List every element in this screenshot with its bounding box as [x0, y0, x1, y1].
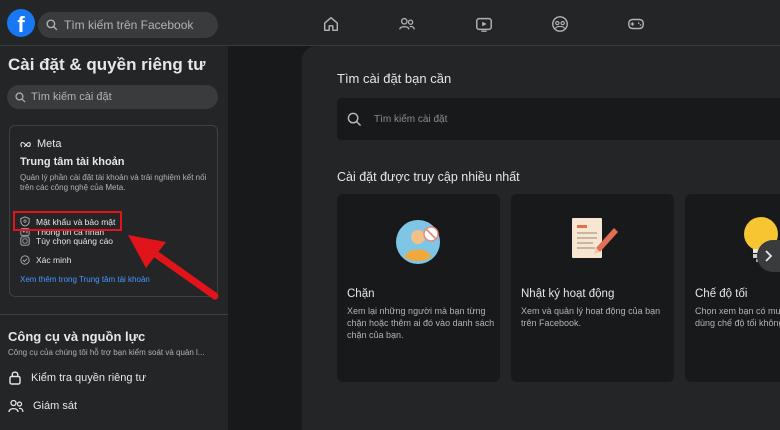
top-navigation-bar: f Tìm kiếm trên Facebook: [0, 0, 780, 46]
sidebar-title: Cài đặt & quyền riêng tư: [8, 55, 206, 74]
friends-icon[interactable]: [398, 15, 416, 33]
main-settings-search-input[interactable]: Tìm kiếm cài đặt: [337, 98, 780, 140]
accounts-center-title: Trung tâm tài khoản: [20, 156, 125, 168]
card-activity-log[interactable]: Nhật ký hoạt động Xem và quản lý hoạt độ…: [511, 194, 674, 382]
menu-item-supervision[interactable]: Giám sát: [8, 399, 77, 413]
most-accessed-title: Cài đặt được truy cập nhiều nhất: [337, 170, 520, 184]
facebook-search-input[interactable]: Tìm kiếm trên Facebook: [38, 12, 218, 38]
tools-resources-title: Công cụ và nguồn lực: [8, 329, 146, 344]
watch-video-icon[interactable]: [475, 15, 493, 33]
card-title: Chặn: [347, 288, 375, 300]
menu-item-privacy-checkup[interactable]: Kiểm tra quyền riêng tư: [8, 370, 146, 385]
settings-search-placeholder: Tìm kiếm cài đặt: [31, 91, 112, 103]
card-dark-mode[interactable]: Chế độ tối Chọn xem bạn có muốn dùng chế…: [685, 194, 780, 382]
menu-item-ad-preferences[interactable]: Tùy chọn quảng cáo: [20, 236, 113, 246]
card-description: Xem lại những người mà bạn từng chặn hoặ…: [347, 306, 495, 340]
home-icon[interactable]: [322, 15, 340, 33]
accounts-center-description: Quản lý phần cài đặt tài khoản và trải n…: [20, 173, 207, 192]
check-circle-icon: [20, 255, 30, 265]
search-icon: [15, 91, 26, 102]
sidebar-divider: [0, 314, 228, 315]
accounts-center-link[interactable]: Xem thêm trong Trung tâm tài khoản: [20, 275, 150, 284]
card-block[interactable]: Chặn Xem lại những người mà bạn từng chặ…: [337, 194, 500, 382]
gaming-icon[interactable]: [627, 15, 645, 33]
search-settings-title: Tìm cài đặt bạn cần: [337, 71, 452, 86]
search-icon: [46, 19, 58, 31]
lock-icon: [9, 371, 21, 385]
meta-logo: Meta: [20, 138, 61, 150]
facebook-logo[interactable]: f: [7, 9, 35, 37]
card-description: Chọn xem bạn có muốn dùng chế độ tối khô…: [695, 306, 780, 328]
meta-infinity-icon: [20, 141, 31, 147]
groups-icon[interactable]: [551, 15, 569, 33]
ad-icon: [20, 236, 30, 246]
activity-log-icon: [572, 218, 618, 258]
blocked-person-icon: [396, 220, 440, 264]
card-title: Nhật ký hoạt động: [521, 288, 615, 300]
settings-main-panel: Tìm cài đặt bạn cần Tìm kiếm cài đặt Cài…: [302, 46, 780, 430]
search-placeholder: Tìm kiếm trên Facebook: [64, 18, 194, 32]
menu-item-verification[interactable]: Xác minh: [20, 255, 71, 265]
main-search-placeholder: Tìm kiếm cài đặt: [374, 113, 448, 125]
highlight-box: [13, 211, 122, 231]
settings-sidebar: Cài đặt & quyền riêng tư Tìm kiếm cài đặ…: [0, 46, 228, 430]
card-description: Xem và quản lý hoạt động của bạn trên Fa…: [521, 306, 661, 328]
tools-resources-description: Công cụ của chúng tôi hỗ trợ bạn kiểm so…: [8, 348, 205, 357]
people-icon: [8, 399, 24, 413]
chevron-right-icon: [765, 250, 773, 262]
settings-search-input[interactable]: Tìm kiếm cài đặt: [7, 85, 218, 109]
search-icon: [347, 112, 362, 126]
card-title: Chế độ tối: [695, 288, 748, 300]
